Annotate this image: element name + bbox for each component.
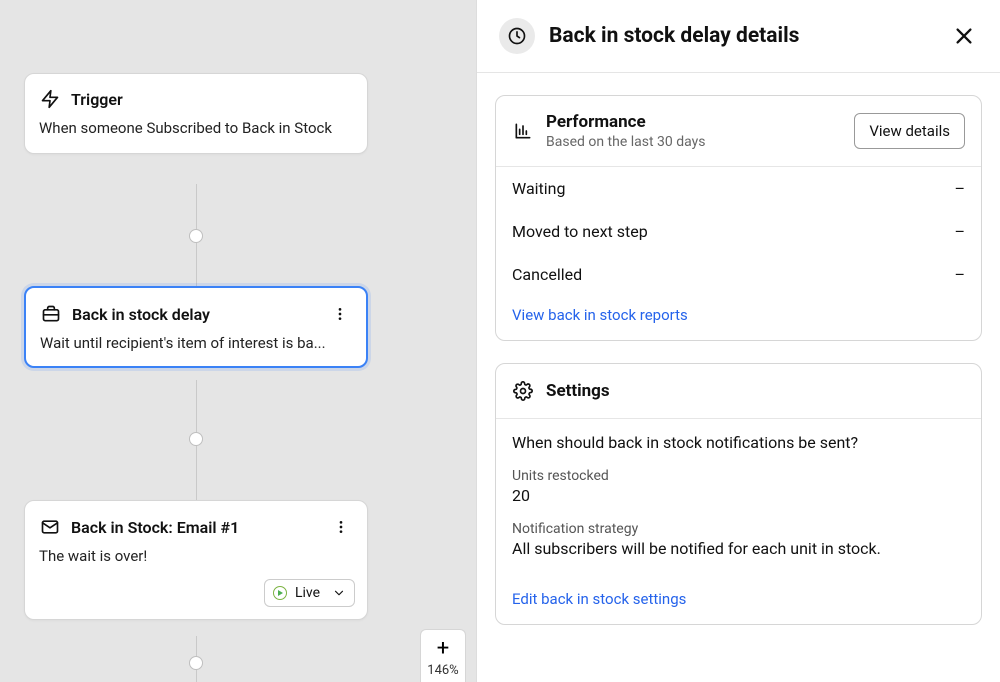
view-details-button[interactable]: View details [854,113,965,149]
chevron-down-icon [332,586,346,600]
node-title: Back in Stock: Email #1 [71,518,319,537]
view-reports-link[interactable]: View back in stock reports [496,296,981,340]
stat-row: Waiting – [496,167,981,210]
stat-label: Cancelled [512,265,582,284]
panel-title: Back in stock delay details [549,24,936,48]
units-value: 20 [512,486,965,505]
trigger-icon [39,88,61,110]
section-title: Settings [546,381,965,401]
node-description: When someone Subscribed to Back in Stock [25,118,367,153]
zoom-level: 146% [421,663,465,682]
units-label: Units restocked [512,468,965,484]
play-icon [273,586,287,600]
clock-icon [499,18,535,54]
stat-label: Moved to next step [512,222,648,241]
flow-node-trigger[interactable]: Trigger When someone Subscribed to Back … [24,73,368,154]
performance-section: Performance Based on the last 30 days Vi… [495,95,982,341]
stat-value: – [955,179,966,198]
stat-value: – [955,265,966,284]
section-subtitle: Based on the last 30 days [546,134,842,150]
flow-node-delay[interactable]: Back in stock delay Wait until recipient… [24,286,368,368]
connector-handle[interactable] [189,656,203,670]
zoom-in-button[interactable]: + [421,630,465,663]
node-menu-button[interactable] [328,302,352,326]
flow-node-email[interactable]: Back in Stock: Email #1 The wait is over… [24,500,368,620]
close-button[interactable] [950,22,978,50]
strategy-value: All subscribers will be notified for eac… [512,539,965,558]
strategy-label: Notification strategy [512,521,965,537]
section-title: Performance [546,112,842,132]
stat-row: Cancelled – [496,253,981,296]
node-title: Back in stock delay [72,305,318,324]
details-panel: Back in stock delay details Performance … [476,0,1000,682]
panel-header: Back in stock delay details [477,0,1000,73]
gear-icon [512,380,534,402]
chart-icon [512,120,534,142]
status-dropdown[interactable]: Live [264,579,355,607]
mail-icon [39,516,61,538]
briefcase-icon [40,303,62,325]
connector-handle[interactable] [189,432,203,446]
settings-question: When should back in stock notifications … [512,433,965,452]
node-description: Wait until recipient's item of interest … [26,334,366,366]
stat-label: Waiting [512,179,565,198]
node-title: Trigger [71,90,353,109]
node-menu-button[interactable] [329,515,353,539]
status-label: Live [295,585,320,601]
flow-canvas[interactable]: Trigger When someone Subscribed to Back … [0,0,476,682]
stat-value: – [955,222,966,241]
stat-row: Moved to next step – [496,210,981,253]
settings-section: Settings When should back in stock notif… [495,363,982,625]
zoom-control: + 146% [420,629,466,682]
edit-settings-link[interactable]: Edit back in stock settings [496,580,981,624]
connector-handle[interactable] [189,229,203,243]
node-description: The wait is over! [25,547,367,579]
